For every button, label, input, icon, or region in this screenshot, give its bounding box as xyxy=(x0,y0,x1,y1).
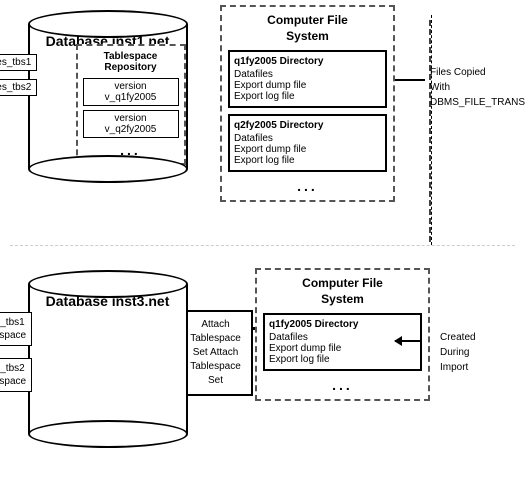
q2-dir-item-2: Export dump file xyxy=(234,144,381,155)
bottom-tbs-label-2: sales_tbs2 Tablespace xyxy=(0,358,32,392)
created-import-arrow xyxy=(395,340,420,342)
q2-dir-box: q2fy2005 Directory Datafiles Export dump… xyxy=(228,114,387,172)
section-divider xyxy=(10,245,515,246)
bottom-database-cylinder: Database inst3.net sales_tbs1 Tablespace… xyxy=(10,270,205,448)
q1-dir-item-2: Export dump file xyxy=(234,80,381,91)
bottom-cfs-dots: ... xyxy=(263,377,422,393)
q2-dir-title: q2fy2005 Directory xyxy=(234,120,381,131)
version-box-2: version v_q2fy2005 xyxy=(83,110,179,138)
top-cfs-title: Computer FileSystem xyxy=(228,13,387,44)
top-arrow-line xyxy=(395,79,425,81)
repo-title: Tablespace Repository xyxy=(83,51,179,73)
top-cfs-dots: ... xyxy=(228,178,387,194)
attach-tablespace-box: Attach Tablespace Set AttachTablespaceSe… xyxy=(178,310,253,396)
bottom-q1-item-3: Export log file xyxy=(269,354,416,365)
top-tbs-labels: sales_tbs1 sales_tbs2 xyxy=(0,54,37,96)
q1-dir-title: q1fy2005 Directory xyxy=(234,56,381,67)
bottom-tbs-label-1: sales_tbs1 Tablespace xyxy=(0,312,32,346)
diagram-container: Database inst1.net sales_tbs1 sales_tbs2… xyxy=(0,0,525,504)
top-database-cylinder: Database inst1.net sales_tbs1 sales_tbs2… xyxy=(10,10,205,183)
q1-dir-item-3: Export log file xyxy=(234,91,381,102)
right-dashed-line xyxy=(431,15,432,245)
q2-dir-item-3: Export log file xyxy=(234,155,381,166)
version-box-1: version v_q1fy2005 xyxy=(83,78,179,106)
q1-dir-item-1: Datafiles xyxy=(234,69,381,80)
bottom-q1-dir-title: q1fy2005 Directory xyxy=(269,319,416,330)
bottom-cfs-title: Computer FileSystem xyxy=(263,276,422,307)
files-copied-label: Files CopiedWithFiles Copied With DBMS_F… xyxy=(430,65,520,110)
tablespace-repo-box: Tablespace Repository version v_q1fy2005… xyxy=(76,44,186,165)
q1-dir-box: q1fy2005 Directory Datafiles Export dump… xyxy=(228,50,387,108)
bottom-cfs-panel: Computer FileSystem q1fy2005 Directory D… xyxy=(255,268,430,401)
q2-dir-item-1: Datafiles xyxy=(234,133,381,144)
created-import-label: CreatedDuringImport xyxy=(440,330,520,375)
tbs-label-1: sales_tbs1 xyxy=(0,54,37,71)
tbs-label-2: sales_tbs2 xyxy=(0,79,37,96)
top-cfs-panel: Computer FileSystem q1fy2005 Directory D… xyxy=(220,5,395,202)
bottom-tbs-labels: sales_tbs1 Tablespace sales_tbs2 Tablesp… xyxy=(0,312,32,392)
